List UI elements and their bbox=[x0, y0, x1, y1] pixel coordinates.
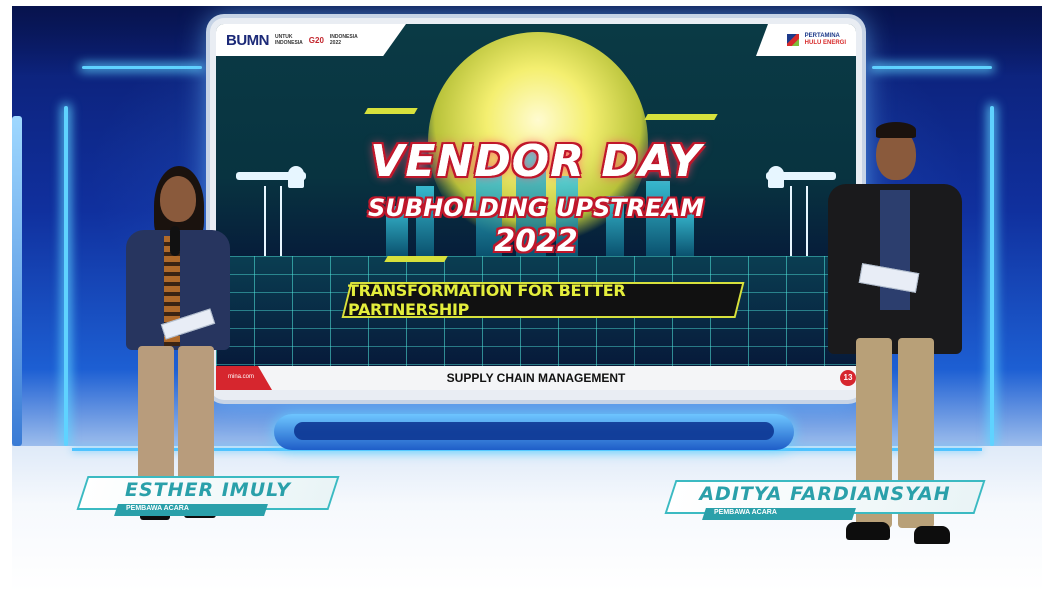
host-right-name: ADITYA FARDIANSYAH bbox=[699, 483, 951, 505]
footer-title: SUPPLY CHAIN MANAGEMENT bbox=[446, 371, 626, 385]
pertamina-wordmark: PERTAMINA HULU ENERGI bbox=[804, 33, 846, 46]
ceiling-neon-left bbox=[82, 66, 202, 69]
g20-tagline: INDONESIA 2022 bbox=[329, 34, 358, 46]
host-left-nameplate: ESTHER IMULY PEMBAWA ACARA bbox=[76, 476, 340, 516]
pertamina-mark-icon bbox=[786, 34, 799, 46]
ceiling-neon-right bbox=[872, 66, 992, 69]
event-title: VENDOR DAY bbox=[370, 136, 702, 187]
host-left-role: PEMBAWA ACARA bbox=[126, 505, 189, 512]
right-neon-strip bbox=[990, 106, 994, 446]
g20-logo: G20 bbox=[308, 35, 324, 45]
event-subtitle: SUBHOLDING UPSTREAM bbox=[368, 194, 704, 222]
slide-footer: mina.com SUPPLY CHAIN MANAGEMENT 13 bbox=[216, 366, 856, 390]
slide-artwork: BUMN UNTUK INDONESIA G20 INDONESIA 2022 PE… bbox=[216, 24, 856, 366]
virtual-studio: BUMN UNTUK INDONESIA G20 INDONESIA 2022 PE… bbox=[12, 6, 1042, 592]
microphone-icon bbox=[170, 226, 180, 256]
studio-desk bbox=[274, 414, 794, 450]
host-right-role: PEMBAWA ACARA bbox=[714, 509, 777, 516]
left-side-panel bbox=[12, 116, 22, 446]
sponsor-logos-left: BUMN UNTUK INDONESIA G20 INDONESIA 2022 bbox=[216, 24, 406, 56]
deco-bar bbox=[364, 108, 418, 114]
presentation-screen: BUMN UNTUK INDONESIA G20 INDONESIA 2022 PE… bbox=[210, 18, 862, 400]
pertamina-logo: PERTAMINA HULU ENERGI bbox=[756, 24, 856, 56]
event-year: 2022 bbox=[494, 224, 578, 259]
host-right-nameplate: ADITYA FARDIANSYAH PEMBAWA ACARA bbox=[664, 480, 986, 520]
deco-bar bbox=[644, 114, 718, 120]
bumn-logo: BUMN bbox=[226, 31, 270, 49]
host-left-name: ESTHER IMULY bbox=[124, 479, 292, 501]
desk-panel bbox=[294, 422, 774, 440]
left-neon-strip bbox=[64, 106, 68, 446]
event-tagline: TRANSFORMATION FOR BETTER PARTNERSHIP bbox=[341, 281, 745, 319]
bumn-tagline: UNTUK INDONESIA bbox=[275, 34, 303, 46]
